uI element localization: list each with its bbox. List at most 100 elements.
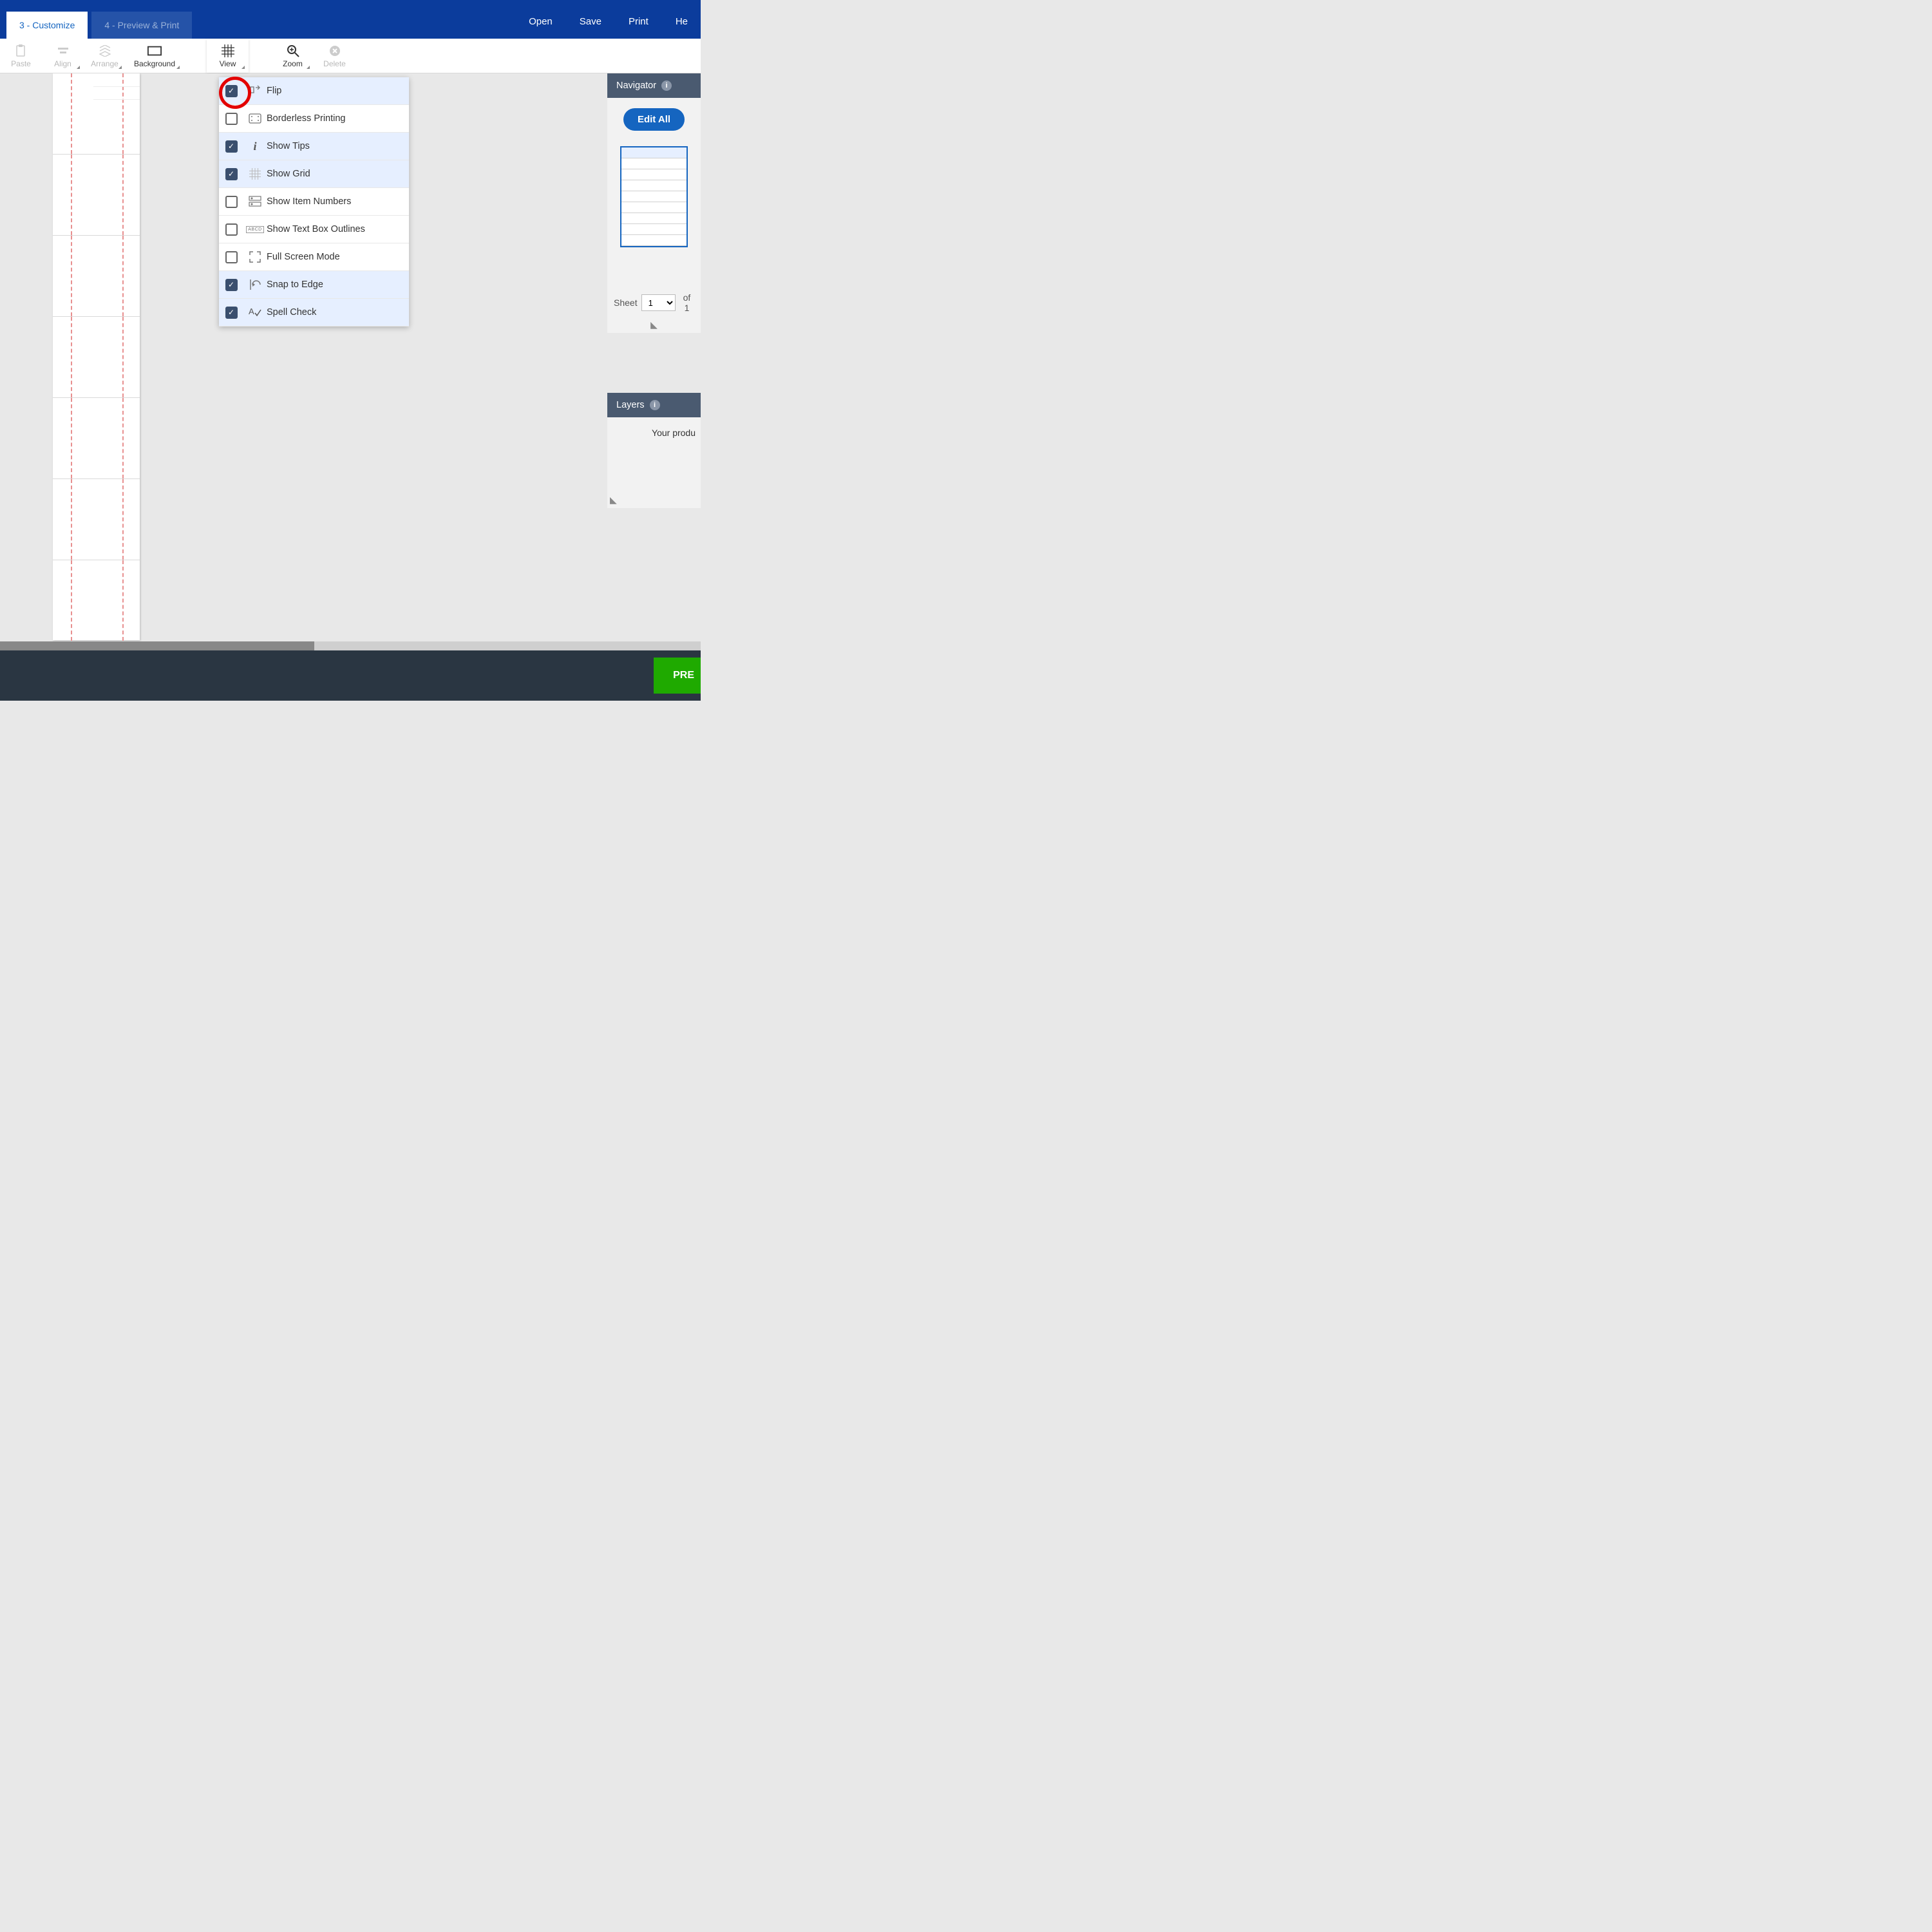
footer-bar: PRE — [0, 650, 701, 701]
paste-icon — [14, 44, 28, 58]
item-numbers-icon — [243, 196, 267, 207]
resize-handle-icon[interactable]: ◣ — [607, 319, 701, 333]
dropdown-indicator-icon — [176, 66, 180, 69]
toolbar: Paste Align Arrange Background View Zoo — [0, 39, 701, 73]
arrange-icon — [98, 44, 112, 58]
textbox-outline-icon: ABCD — [243, 226, 267, 233]
checkbox-checked-icon: ✓ — [225, 168, 238, 180]
checkbox-unchecked-icon — [225, 223, 238, 236]
preview-print-button[interactable]: PRE — [654, 658, 701, 694]
menu-item-label: Snap to Edge — [267, 279, 323, 290]
label-cell[interactable] — [53, 236, 140, 317]
navigator-title: Navigator — [616, 80, 656, 91]
sheet-select[interactable]: 1 — [641, 294, 676, 311]
dropdown-indicator-icon — [307, 66, 310, 69]
menu-item-label: Flip — [267, 86, 281, 96]
navigator-body: Edit All Sheet 1 of 1 ◣ — [607, 98, 701, 333]
label-cell[interactable] — [53, 479, 140, 560]
checkbox-unchecked-icon — [225, 251, 238, 263]
edit-all-button[interactable]: Edit All — [623, 108, 685, 131]
checkbox-checked-icon: ✓ — [225, 85, 238, 97]
background-label: Background — [134, 59, 175, 68]
checkbox-checked-icon: ✓ — [225, 140, 238, 153]
save-action[interactable]: Save — [580, 16, 601, 27]
spellcheck-icon: A — [243, 307, 267, 318]
view-menu-show-grid[interactable]: ✓ Show Grid — [219, 160, 409, 188]
checkbox-unchecked-icon — [225, 196, 238, 208]
info-icon[interactable]: i — [650, 400, 660, 410]
view-menu-textbox-outlines[interactable]: ABCD Show Text Box Outlines — [219, 216, 409, 243]
zoom-in-icon — [286, 44, 300, 58]
navigator-panel: Navigator i Edit All Sheet 1 of 1 ◣ — [607, 73, 701, 333]
paste-label: Paste — [11, 59, 31, 68]
label-cell[interactable] — [53, 73, 140, 155]
menu-item-label: Show Text Box Outlines — [267, 224, 365, 234]
layers-panel: Layers i Your produ ◣ — [607, 393, 701, 508]
top-actions: Open Save Print He — [529, 16, 701, 39]
checkbox-checked-icon: ✓ — [225, 307, 238, 319]
flip-icon — [243, 85, 267, 97]
sheet-label: Sheet — [614, 298, 638, 308]
view-menu-spell-check[interactable]: ✓ A Spell Check — [219, 299, 409, 327]
zoom-tool[interactable]: Zoom — [272, 39, 314, 73]
view-dropdown: ✓ Flip Borderless Printing ✓ i Show Tips… — [219, 77, 409, 327]
layers-header: Layers i — [607, 393, 701, 417]
layers-body: Your produ — [607, 417, 701, 495]
print-action[interactable]: Print — [629, 16, 649, 27]
arrange-label: Arrange — [91, 59, 118, 68]
checkbox-checked-icon: ✓ — [225, 279, 238, 291]
delete-icon — [328, 44, 342, 58]
label-cell[interactable] — [53, 398, 140, 479]
step-tabs: 3 - Customize 4 - Preview & Print — [6, 12, 192, 39]
view-label: View — [220, 59, 236, 68]
zoom-label: Zoom — [283, 59, 303, 68]
view-tool[interactable]: View — [207, 39, 249, 73]
dropdown-indicator-icon — [118, 66, 122, 69]
borderless-icon — [243, 113, 267, 124]
view-menu-snap-edge[interactable]: ✓ Snap to Edge — [219, 271, 409, 299]
scrollbar-thumb[interactable] — [0, 641, 314, 650]
checkbox-unchecked-icon — [225, 113, 238, 125]
open-action[interactable]: Open — [529, 16, 553, 27]
view-menu-flip[interactable]: ✓ Flip — [219, 77, 409, 105]
menu-item-label: Show Grid — [267, 169, 310, 179]
label-sheet[interactable] — [53, 73, 140, 640]
resize-handle-icon[interactable]: ◣ — [607, 495, 701, 508]
grid-icon — [221, 44, 235, 58]
snap-edge-icon — [243, 279, 267, 290]
view-menu-show-tips[interactable]: ✓ i Show Tips — [219, 133, 409, 160]
info-icon[interactable]: i — [661, 80, 672, 91]
help-action[interactable]: He — [676, 16, 688, 27]
tab-preview-print[interactable]: 4 - Preview & Print — [91, 12, 192, 39]
delete-label: Delete — [323, 59, 346, 68]
align-tool[interactable]: Align — [42, 39, 84, 73]
horizontal-scrollbar[interactable] — [0, 641, 701, 650]
menu-item-label: Show Tips — [267, 141, 310, 151]
menu-item-label: Full Screen Mode — [267, 252, 340, 262]
menu-item-label: Spell Check — [267, 307, 316, 317]
top-bar: 3 - Customize 4 - Preview & Print Open S… — [0, 0, 701, 39]
label-cell[interactable] — [53, 560, 140, 641]
svg-text:A: A — [249, 307, 254, 316]
background-tool[interactable]: Background — [126, 39, 184, 73]
dropdown-indicator-icon — [77, 66, 80, 69]
view-menu-item-numbers[interactable]: Show Item Numbers — [219, 188, 409, 216]
paste-tool[interactable]: Paste — [0, 39, 42, 73]
layers-title: Layers — [616, 400, 645, 410]
menu-item-label: Show Item Numbers — [267, 196, 351, 207]
grid-icon — [243, 168, 267, 180]
tab-customize[interactable]: 3 - Customize — [6, 12, 88, 39]
arrange-tool[interactable]: Arrange — [84, 39, 126, 73]
view-menu-fullscreen[interactable]: Full Screen Mode — [219, 243, 409, 271]
menu-item-label: Borderless Printing — [267, 113, 346, 124]
fullscreen-icon — [243, 251, 267, 263]
sheet-selector-row: Sheet 1 of 1 — [607, 292, 701, 319]
label-cell[interactable] — [53, 155, 140, 236]
align-icon — [56, 44, 70, 58]
layers-message: Your produ — [652, 428, 696, 438]
sheet-of-label: of 1 — [679, 292, 694, 313]
label-cell[interactable] — [53, 317, 140, 398]
delete-tool[interactable]: Delete — [314, 39, 355, 73]
navigator-thumbnail[interactable] — [620, 146, 688, 247]
view-menu-borderless[interactable]: Borderless Printing — [219, 105, 409, 133]
